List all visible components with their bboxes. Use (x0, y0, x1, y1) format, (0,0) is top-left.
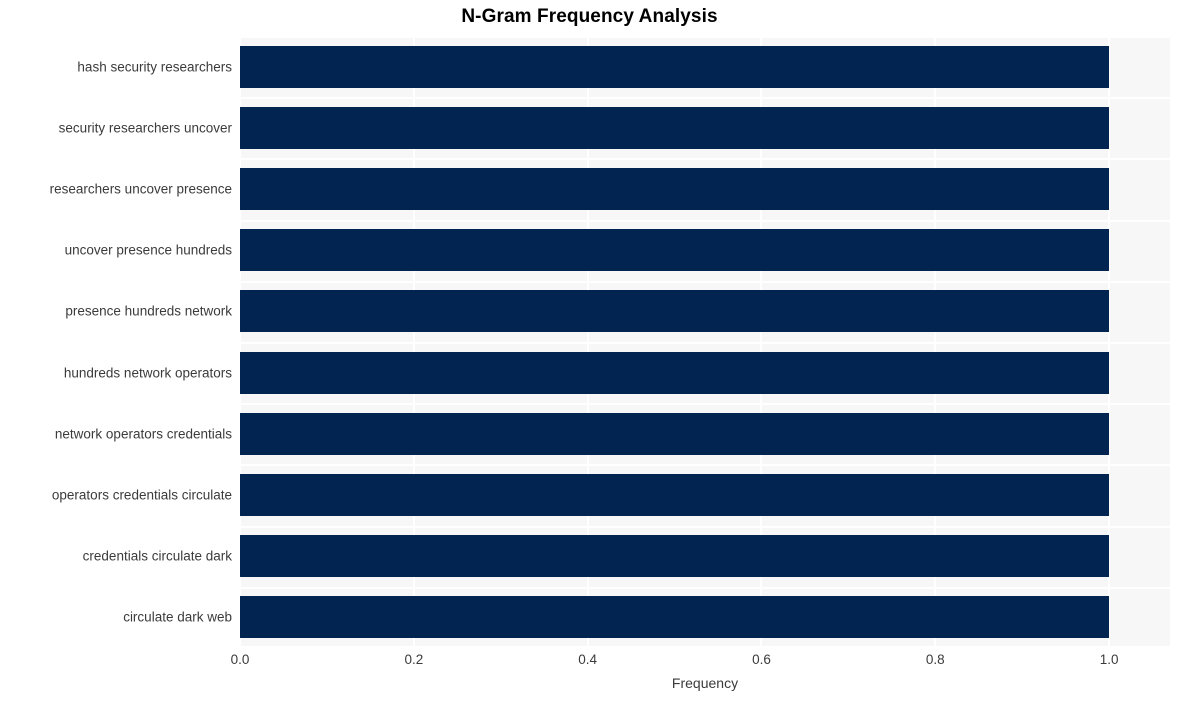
y-gridline (240, 342, 1170, 344)
bar (240, 535, 1110, 578)
y-axis-tick-label: presence hundreds network (65, 303, 232, 319)
x-axis-tick-label: 0.8 (925, 652, 945, 667)
y-axis-tick-label: researchers uncover presence (49, 181, 232, 197)
bar (240, 351, 1110, 394)
y-axis-tick-label: circulate dark web (123, 609, 232, 625)
y-axis-tick-label: operators credentials circulate (51, 487, 232, 503)
y-axis-tick-label: network operators credentials (54, 426, 232, 442)
y-gridline (240, 280, 1170, 283)
plot-area (240, 36, 1170, 648)
x-axis-tick-label: 1.0 (1099, 652, 1119, 667)
x-axis-tick-label: 0.4 (578, 652, 598, 667)
y-gridline (240, 158, 1170, 161)
chart-title: N-Gram Frequency Analysis (461, 6, 718, 27)
y-axis-tick-label: uncover presence hundreds (64, 242, 232, 258)
y-gridline (240, 36, 1170, 38)
y-axis-tick-label: credentials circulate dark (82, 548, 232, 564)
y-gridline (240, 525, 1170, 528)
y-axis-tick-label: security researchers uncover (58, 120, 232, 136)
bar (240, 229, 1110, 272)
y-gridline (240, 586, 1170, 589)
bar (240, 168, 1110, 210)
x-axis-tick-labels: 0.0 0.2 0.4 0.6 0.8 1.0 (231, 652, 1170, 674)
y-gridline (240, 219, 1170, 222)
y-gridline (240, 464, 1170, 467)
x-axis-tick-label: 0.2 (404, 652, 424, 667)
bar (240, 596, 1110, 639)
y-axis-tick-label: hundreds network operators (63, 365, 232, 381)
chart-figure: N-Gram Frequency Analysis hash security … (0, 0, 1179, 701)
x-axis-tick-label: 0.6 (752, 652, 771, 667)
y-axis-tick-labels: hash security researchers security resear… (0, 36, 232, 648)
bar (240, 474, 1110, 516)
x-axis-tick-label: 0.0 (230, 652, 250, 667)
bar (240, 106, 1110, 149)
bar (240, 45, 1110, 88)
x-axis-label: Frequency (671, 675, 739, 691)
bar (240, 290, 1110, 333)
y-gridline (240, 646, 1170, 648)
y-gridline (240, 403, 1170, 406)
y-gridline (240, 97, 1170, 100)
y-axis-tick-label: hash security researchers (77, 59, 232, 75)
bar (240, 412, 1110, 455)
